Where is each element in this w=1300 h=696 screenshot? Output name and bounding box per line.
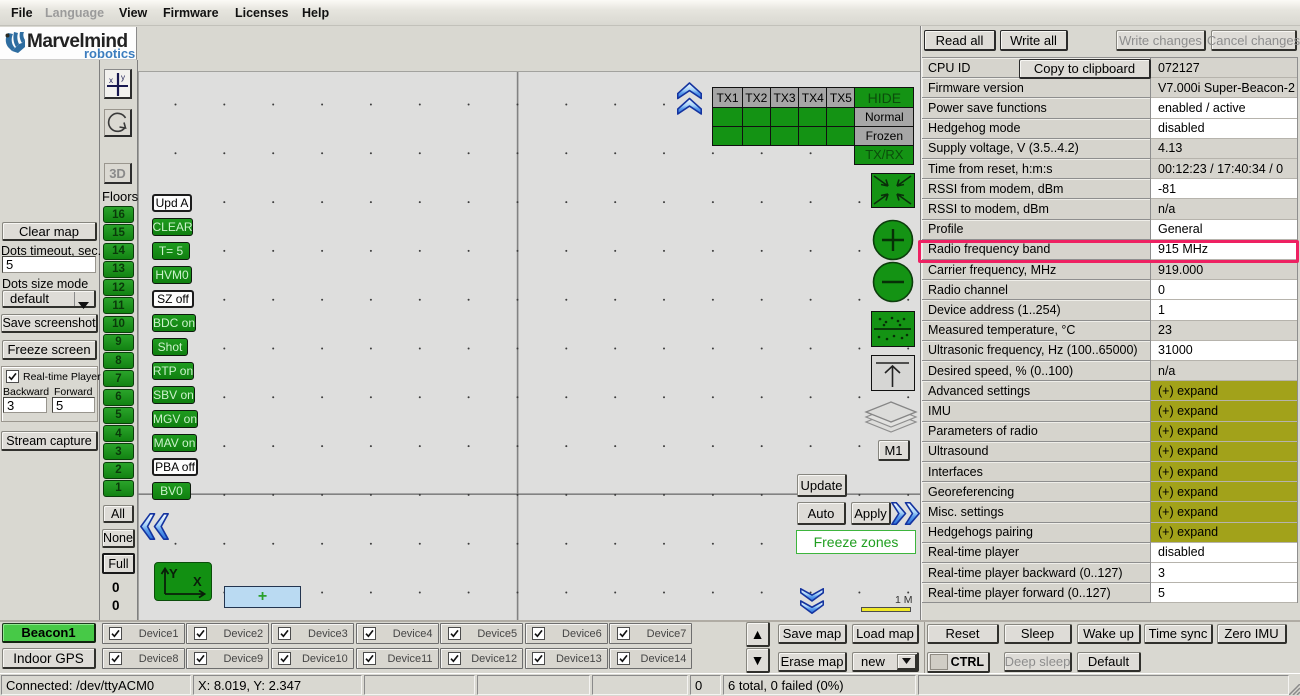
svg-text:Y: Y xyxy=(169,566,178,581)
svg-text:y: y xyxy=(121,73,125,82)
svg-text:X: X xyxy=(193,574,202,589)
svg-text:x: x xyxy=(109,76,113,85)
